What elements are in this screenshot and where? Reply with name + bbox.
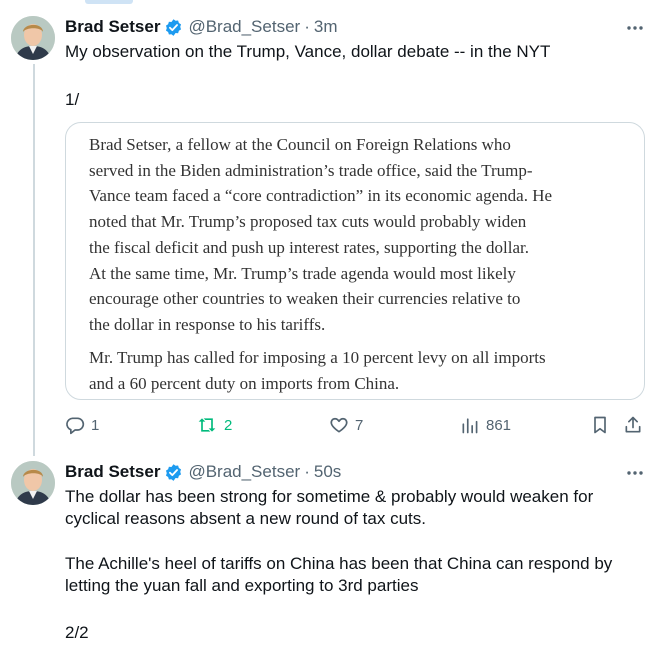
tweet-line: My observation on the Trump, Vance, doll… xyxy=(65,42,551,61)
tweet-line: 1/ xyxy=(65,90,80,109)
quote-line: At the same time, Mr. Trump’s trade agen… xyxy=(89,263,516,283)
timestamp[interactable]: 50s xyxy=(314,462,341,482)
quote-line: and a 60 percent duty on imports from Ch… xyxy=(89,373,400,393)
bookmark-icon xyxy=(594,416,606,434)
tweet-line xyxy=(65,530,645,552)
views-count: 861 xyxy=(486,416,512,434)
repost-count: 2 xyxy=(224,416,233,434)
quote-paragraph-1: Brad Setser, a fellow at the Council on … xyxy=(89,132,629,338)
tweet-line xyxy=(65,63,645,85)
separator-dot: · xyxy=(304,462,310,481)
thread-connector-line xyxy=(33,64,35,456)
quote-line: Mr. Trump has called for imposing a 10 p… xyxy=(89,348,546,367)
tweet-line: The dollar has been strong for sometime … xyxy=(65,487,594,506)
tweet-header: Brad Setser @Brad_Setser · 3m xyxy=(65,16,338,38)
quote-line: noted that Mr. Trump’s proposed tax cuts… xyxy=(89,212,527,232)
tweet-actions: 1 2 7 861 xyxy=(0,412,661,438)
tweet-line: letting the yuan fall and exporting to 3… xyxy=(65,576,419,595)
more-horizontal-icon[interactable] xyxy=(625,463,645,483)
views-button[interactable]: 861 xyxy=(460,412,511,438)
author-name[interactable]: Brad Setser xyxy=(65,17,160,37)
quote-line: the dollar in response to his tariffs. xyxy=(89,314,326,334)
like-count: 7 xyxy=(355,416,364,434)
verified-badge-icon xyxy=(164,463,183,482)
quote-line: Vance team faced a “core contradiction” … xyxy=(89,186,553,206)
reply-icon xyxy=(66,417,85,435)
quote-line: Brad Setser, a fellow at the Council on … xyxy=(89,135,511,154)
quote-line: encourage other countries to weaken thei… xyxy=(89,289,521,309)
quote-line: served in the Biden administration’s tra… xyxy=(89,160,533,180)
tweet-line: 2/2 xyxy=(65,623,89,642)
timestamp[interactable]: 3m xyxy=(314,17,338,37)
heart-icon xyxy=(330,417,348,433)
separator-dot: · xyxy=(304,17,310,36)
quoted-article-image[interactable]: Brad Setser, a fellow at the Council on … xyxy=(65,122,645,400)
author-handle[interactable]: @Brad_Setser xyxy=(188,462,300,482)
tweet-header: Brad Setser @Brad_Setser · 50s xyxy=(65,461,341,483)
author-handle[interactable]: @Brad_Setser xyxy=(188,17,300,37)
avatar-image xyxy=(11,16,55,60)
tweet-text: The dollar has been strong for sometime … xyxy=(65,486,645,644)
avatar[interactable] xyxy=(11,461,55,505)
views-bar-chart-icon xyxy=(462,418,478,434)
tweet-line: cyclical reasons absent a new round of t… xyxy=(65,509,426,528)
quote-line: the fiscal deficit and push up interest … xyxy=(89,237,529,257)
repost-button[interactable]: 2 xyxy=(196,412,232,438)
quote-paragraph-2: Mr. Trump has called for imposing a 10 p… xyxy=(89,345,629,396)
repost-icon xyxy=(198,418,216,432)
tweet-line xyxy=(65,597,645,619)
author-name[interactable]: Brad Setser xyxy=(65,462,160,482)
tab-indicator xyxy=(85,0,133,4)
bookmark-button[interactable] xyxy=(590,412,610,438)
tweet-text: My observation on the Trump, Vance, doll… xyxy=(65,41,645,111)
tweet-line: The Achille's heel of tariffs on China h… xyxy=(65,554,613,573)
share-button[interactable] xyxy=(623,412,643,438)
share-icon xyxy=(625,416,641,433)
verified-badge-icon xyxy=(164,18,183,37)
reply-count: 1 xyxy=(91,416,100,434)
avatar-image xyxy=(11,461,55,505)
more-horizontal-icon[interactable] xyxy=(625,18,645,38)
like-button[interactable]: 7 xyxy=(329,412,363,438)
avatar[interactable] xyxy=(11,16,55,60)
reply-button[interactable]: 1 xyxy=(65,412,99,438)
